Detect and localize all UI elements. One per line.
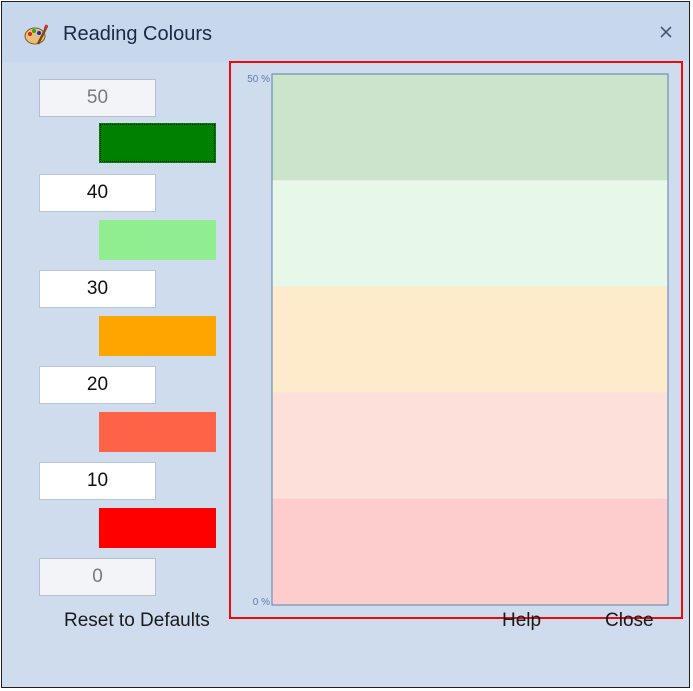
colour-band <box>272 74 668 181</box>
window-title: Reading Colours <box>63 23 212 45</box>
colour-band <box>272 392 668 499</box>
colour-swatch-button[interactable] <box>99 220 216 260</box>
colour-swatch-button[interactable] <box>99 123 216 163</box>
threshold-input: 0 <box>39 558 156 596</box>
colour-band <box>272 180 668 287</box>
reset-defaults-button[interactable]: Reset to Defaults <box>64 610 210 632</box>
y-max-tick-label: 50 % <box>247 74 270 85</box>
colour-band <box>272 498 668 605</box>
help-button[interactable]: Help <box>502 610 541 632</box>
threshold-input[interactable]: 10 <box>39 462 156 500</box>
y-min-tick-label: 0 % <box>253 597 270 608</box>
colour-band <box>272 286 668 393</box>
threshold-input[interactable]: 40 <box>39 174 156 212</box>
close-button[interactable]: Close <box>605 610 654 632</box>
colour-swatch-button[interactable] <box>99 508 216 548</box>
threshold-input[interactable]: 30 <box>39 270 156 308</box>
threshold-input[interactable]: 20 <box>39 366 156 404</box>
colour-swatch-button[interactable] <box>99 412 216 452</box>
close-icon[interactable] <box>655 22 677 44</box>
colour-swatch-button[interactable] <box>99 316 216 356</box>
close-x-glyph <box>660 26 672 38</box>
colour-band-chart: 50 % 0 % <box>247 73 669 608</box>
reading-colours-dialog: Reading Colours 50 40 30 20 10 0 50 % 0 % Rese… <box>1 1 690 688</box>
threshold-input: 50 <box>39 79 156 117</box>
title-bar: Reading Colours <box>2 2 689 62</box>
colour-preview-panel: 50 % 0 % <box>229 61 683 619</box>
palette-icon <box>24 24 48 45</box>
